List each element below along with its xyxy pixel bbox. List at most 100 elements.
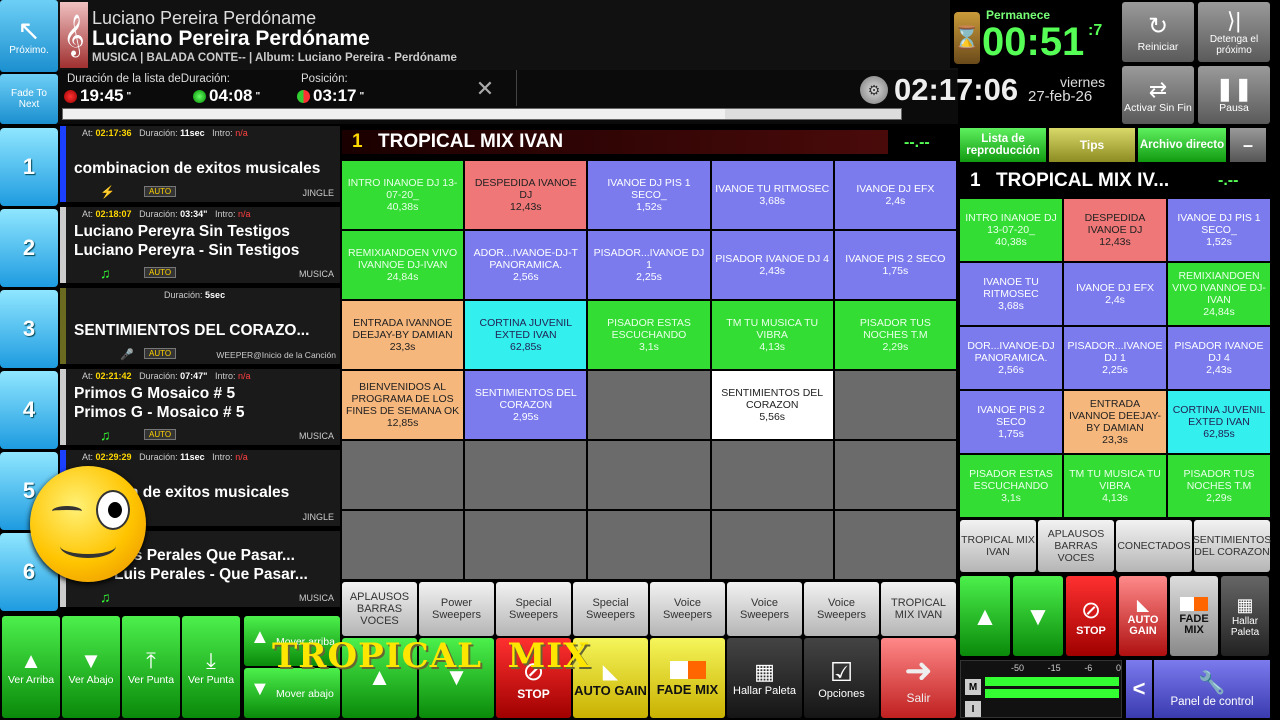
right-down-button[interactable]: ▼: [1013, 576, 1063, 656]
restart-button[interactable]: ↻ Reiniciar: [1122, 2, 1194, 62]
palette-tab[interactable]: Special Sweepers: [573, 582, 648, 636]
palette-cell[interactable]: REMIXIANDOEN VIVO IVANNOE DJ-IVAN 24,84s: [342, 231, 464, 299]
palette-cell[interactable]: [588, 441, 710, 509]
palette-cell[interactable]: IVANOE PIS 2 SECO 1,75s: [834, 231, 956, 299]
right-palette-cell[interactable]: IVANOE DJ EFX 2,4s: [1064, 263, 1166, 325]
palette-tab[interactable]: Voice Sweepers: [804, 582, 879, 636]
palette-cell[interactable]: INTRO INANOE DJ 13-07-20_ 40,38s: [342, 161, 464, 229]
no-crossfade-icon[interactable]: ✕: [468, 74, 502, 104]
palette-cell[interactable]: TM TU MUSICA TU VIBRA 4,13s: [711, 301, 833, 369]
right-stop-button[interactable]: ⊘ STOP: [1066, 576, 1116, 656]
palette-cell[interactable]: ADOR...IVANOE-DJ-T PANORAMICA. 2,56s: [465, 231, 587, 299]
palette-cell[interactable]: [465, 441, 587, 509]
playlist-num-2[interactable]: 2: [0, 209, 58, 287]
right-palette-cell[interactable]: CORTINA JUVENIL EXTED IVAN 62,85s: [1168, 391, 1270, 453]
tab-tips[interactable]: Tips: [1049, 128, 1135, 162]
palette-tab[interactable]: Voice Sweepers: [650, 582, 725, 636]
palette-tab[interactable]: Power Sweepers: [419, 582, 494, 636]
list-item[interactable]: At: 02:18:07 Duración: 03:34" Intro: n/a…: [60, 207, 340, 285]
track-duration: 04:08 ": [193, 86, 260, 106]
fade-mix-button[interactable]: FADE MIX: [650, 638, 725, 718]
find-palette-button[interactable]: ▦ Hallar Paleta: [727, 638, 802, 718]
collapse-button[interactable]: –: [1230, 128, 1266, 162]
palette-cell[interactable]: IVANOE TU RITMOSEC 3,68s: [711, 161, 833, 229]
palette-cell[interactable]: [711, 441, 833, 509]
list-item[interactable]: At: 02:17:36 Duración: 11sec Intro: n/a …: [60, 126, 340, 204]
exit-button[interactable]: ➜ Salir: [881, 638, 956, 718]
right-palette-title: TROPICAL MIX IV...: [996, 170, 1170, 191]
right-palette-cell[interactable]: DOR...IVANOE-DJ PANORAMICA. 2,56s: [960, 327, 1062, 389]
right-palette-tab[interactable]: SENTIMIENTOS DEL CORAZON: [1193, 520, 1271, 572]
right-palette-cell[interactable]: TM TU MUSICA TU VIBRA 4,13s: [1064, 455, 1166, 517]
palette-cell[interactable]: [342, 511, 464, 579]
palette-cell[interactable]: [588, 371, 710, 439]
fade-to-next-button[interactable]: Fade To Next: [0, 74, 58, 124]
palette-cell[interactable]: CORTINA JUVENIL EXTED IVAN 62,85s: [465, 301, 587, 369]
right-palette-cell[interactable]: PISADOR TUS NOCHES T.M 2,29s: [1168, 455, 1270, 517]
palette-cell[interactable]: SENTIMIENTOS DEL CORAZON 5,56s: [711, 371, 833, 439]
palette-tab[interactable]: TROPICAL MIX IVAN: [881, 582, 956, 636]
right-palette-tab[interactable]: CONECTADOS: [1116, 520, 1192, 572]
right-up-button[interactable]: ▲: [960, 576, 1010, 656]
options-button[interactable]: ☑ Opciones: [804, 638, 879, 718]
palette-cell[interactable]: [711, 511, 833, 579]
arrow-bottom-icon: ⤓: [206, 648, 216, 673]
pause-button[interactable]: ❚❚ Pausa: [1198, 66, 1270, 124]
view-down-button[interactable]: ▼ Ver Abajo: [62, 616, 120, 718]
pause-label: Pausa: [1219, 102, 1249, 114]
right-palette-header: 1 TROPICAL MIX IV... -.--: [960, 166, 1270, 196]
palette-cell[interactable]: [465, 511, 587, 579]
loop-button[interactable]: ⇄ Activar Sin Fin: [1122, 66, 1194, 124]
progress-bar[interactable]: [62, 108, 902, 120]
right-palette-cell[interactable]: INTRO INANOE DJ 13-07-20_ 40,38s: [960, 199, 1062, 261]
palette-cell[interactable]: [588, 511, 710, 579]
playlist-num-1[interactable]: 1: [0, 128, 58, 206]
right-auto-gain-button[interactable]: ◣ AUTO GAIN: [1119, 576, 1167, 656]
right-palette-cell[interactable]: IVANOE DJ PIS 1 SECO_ 1,52s: [1168, 199, 1270, 261]
list-item[interactable]: At: 02:21:42 Duración: 07:47" Intro: n/a…: [60, 369, 340, 447]
right-palette-cell[interactable]: PISADOR IVANOE DJ 4 2,43s: [1168, 327, 1270, 389]
right-palette-cell[interactable]: PISADOR...IVANOE DJ 1 2,25s: [1064, 327, 1166, 389]
stop-next-button[interactable]: ⟩| Detenga el próximo: [1198, 2, 1270, 62]
palette-cell[interactable]: PISADOR TUS NOCHES T.M 2,29s: [834, 301, 956, 369]
tab-archive[interactable]: Archivo directo: [1138, 128, 1226, 162]
palette-cell[interactable]: PISADOR IVANOE DJ 4 2,43s: [711, 231, 833, 299]
restart-icon: ↻: [1147, 12, 1169, 40]
palette-cell[interactable]: PISADOR ESTAS ESCUCHANDO 3,1s: [588, 301, 710, 369]
palette-cell[interactable]: [834, 441, 956, 509]
right-palette-cell[interactable]: IVANOE TU RITMOSEC 3,68s: [960, 263, 1062, 325]
palette-cell[interactable]: PISADOR...IVANOE DJ 1 2,25s: [588, 231, 710, 299]
right-find-palette-button[interactable]: ▦ Hallar Paleta: [1221, 576, 1269, 656]
view-up-button[interactable]: ▲ Ver Arriba: [2, 616, 60, 718]
right-palette-tab[interactable]: APLAUSOS BARRAS VOCES: [1038, 520, 1114, 572]
palette-cell[interactable]: DESPEDIDA IVANOE DJ 12,43s: [465, 161, 587, 229]
control-panel-button[interactable]: 🔧 Panel de control: [1154, 660, 1270, 718]
palette-tab[interactable]: APLAUSOS BARRAS VOCES: [342, 582, 417, 636]
palette-cell[interactable]: ENTRADA IVANNOE DEEJAY-BY DAMIAN 23,3s: [342, 301, 464, 369]
palette-cell[interactable]: [834, 371, 956, 439]
palette-tab[interactable]: Special Sweepers: [496, 582, 571, 636]
right-palette-cell[interactable]: ENTRADA IVANNOE DEEJAY-BY DAMIAN 23,3s: [1064, 391, 1166, 453]
list-item[interactable]: Duración: 5sec SENTIMIENTOS DEL CORAZO..…: [60, 288, 340, 366]
right-fade-mix-button[interactable]: FADE MIX: [1170, 576, 1218, 656]
palette-cell[interactable]: BIENVENIDOS AL PROGRAMA DE LOS FINES DE …: [342, 371, 464, 439]
meter-tick: -6: [1084, 663, 1093, 673]
right-palette-tab[interactable]: TROPICAL MIX IVAN: [960, 520, 1036, 572]
palette-cell[interactable]: IVANOE DJ EFX 2,4s: [834, 161, 956, 229]
playlist-num-4[interactable]: 4: [0, 371, 58, 449]
right-palette-cell[interactable]: PISADOR ESTAS ESCUCHANDO 3,1s: [960, 455, 1062, 517]
palette-tab[interactable]: Voice Sweepers: [727, 582, 802, 636]
right-palette-cell[interactable]: IVANOE PIS 2 SECO 1,75s: [960, 391, 1062, 453]
palette-cell[interactable]: SENTIMIENTOS DEL CORAZON 2,95s: [465, 371, 587, 439]
tab-playlist[interactable]: Lista de reproducción: [960, 128, 1046, 162]
view-point-button[interactable]: ⤒ Ver Punta: [122, 616, 180, 718]
right-palette-cell[interactable]: REMIXIANDOEN VIVO IVANNOE DJ-IVAN 24,84s: [1168, 263, 1270, 325]
next-button[interactable]: ↖ Próximo.: [0, 0, 58, 72]
palette-cell[interactable]: [342, 441, 464, 509]
palette-cell[interactable]: IVANOE DJ PIS 1 SECO_ 1,52s: [588, 161, 710, 229]
playlist-num-3[interactable]: 3: [0, 290, 58, 368]
right-palette-cell[interactable]: DESPEDIDA IVANOE DJ 12,43s: [1064, 199, 1166, 261]
back-button[interactable]: <: [1126, 660, 1152, 718]
palette-cell[interactable]: [834, 511, 956, 579]
view-point2-button[interactable]: ⤓ Ver Punta: [182, 616, 240, 718]
